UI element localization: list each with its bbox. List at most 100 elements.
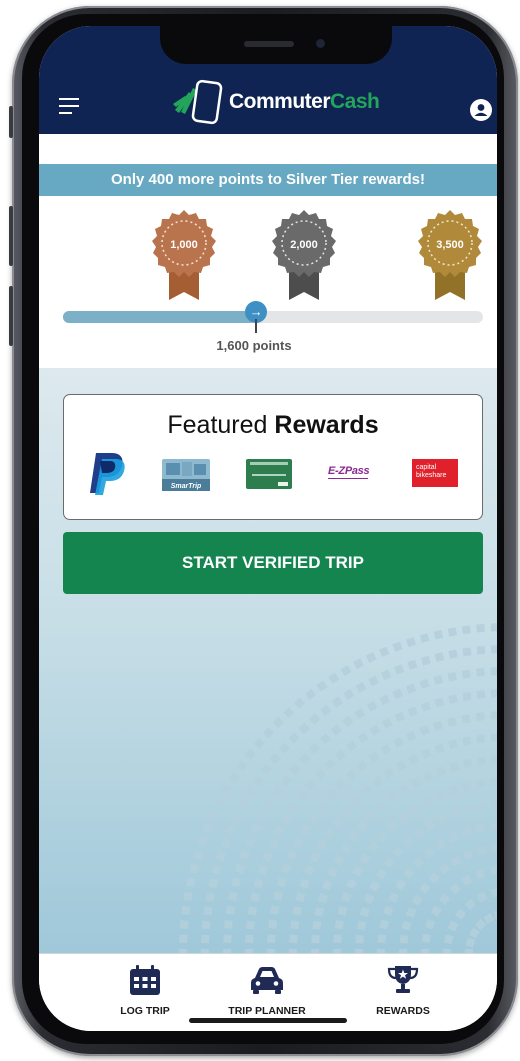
decorative-dot bbox=[244, 748, 257, 761]
decorative-dot bbox=[461, 625, 471, 635]
decorative-dot bbox=[392, 736, 404, 748]
decorative-dot bbox=[365, 652, 377, 663]
mute-switch bbox=[9, 106, 13, 138]
main-content: Featured Rewards SmarTrip E-ZPass capita… bbox=[39, 368, 497, 953]
decorative-dot bbox=[448, 832, 459, 844]
decorative-dot bbox=[343, 688, 355, 701]
app-logo: CommuterCash bbox=[171, 78, 380, 126]
decorative-dot bbox=[256, 810, 268, 822]
commuter-connections-card[interactable] bbox=[246, 459, 292, 489]
app-screen: CommuterCash Only 400 more points to Sil… bbox=[39, 26, 497, 1031]
paypal-logo[interactable] bbox=[88, 451, 126, 495]
decorative-dot bbox=[462, 647, 472, 657]
decorative-dot bbox=[220, 838, 231, 849]
decorative-dot bbox=[399, 934, 409, 944]
decorative-dot bbox=[262, 851, 273, 862]
decorative-dot bbox=[394, 664, 405, 675]
points-progress-bar: → bbox=[63, 301, 483, 333]
decorative-dot bbox=[299, 824, 311, 836]
decorative-dot bbox=[475, 868, 486, 880]
nav-rewards[interactable]: REWARDS bbox=[343, 964, 463, 1017]
decorative-dot bbox=[407, 706, 418, 717]
decorative-dot bbox=[317, 893, 328, 904]
decorative-dot bbox=[421, 748, 432, 759]
decorative-dot bbox=[476, 778, 486, 788]
decorative-dot bbox=[383, 905, 394, 916]
decorative-dot bbox=[305, 779, 317, 791]
decorative-dot bbox=[449, 761, 460, 772]
decorative-dot bbox=[461, 669, 471, 679]
decorative-dot bbox=[231, 812, 243, 823]
decorative-dot bbox=[403, 867, 415, 879]
decorative-dot bbox=[433, 720, 444, 731]
nav-trip-planner[interactable]: TRIP PLANNER bbox=[207, 964, 327, 1017]
medal-bronze-label: 1,000 bbox=[170, 239, 198, 251]
decorative-dot bbox=[340, 665, 352, 677]
decorative-dot bbox=[419, 678, 430, 689]
decorative-dot bbox=[380, 669, 392, 681]
ezpass-logo[interactable]: E-ZPass bbox=[328, 465, 376, 483]
decorative-dot bbox=[448, 694, 458, 704]
decorative-dot bbox=[359, 853, 371, 865]
decorative-dot bbox=[340, 804, 353, 817]
decorative-dot bbox=[278, 742, 290, 754]
decorative-dot bbox=[375, 868, 388, 880]
decorative-dot bbox=[298, 722, 310, 734]
decorative-dot bbox=[312, 920, 322, 930]
start-verified-trip-button[interactable]: START VERIFIED TRIP bbox=[63, 532, 483, 594]
decorative-dot bbox=[346, 740, 358, 752]
decorative-dot bbox=[463, 849, 474, 861]
decorative-dot bbox=[221, 784, 233, 796]
decorative-dot bbox=[324, 758, 336, 770]
decorative-dot bbox=[331, 696, 343, 708]
decorative-dot bbox=[433, 675, 444, 685]
menu-icon[interactable] bbox=[59, 98, 79, 116]
smartrip-card[interactable]: SmarTrip bbox=[162, 459, 210, 491]
tier-progress-banner: Only 400 more points to Silver Tier rewa… bbox=[39, 164, 497, 196]
decorative-dot bbox=[246, 920, 255, 930]
decorative-dot bbox=[193, 849, 204, 861]
decorative-dot bbox=[202, 822, 214, 834]
decorative-dot bbox=[270, 905, 280, 915]
decorative-dot bbox=[289, 763, 301, 775]
decorative-dot bbox=[490, 821, 497, 831]
decorative-dot bbox=[462, 736, 472, 746]
volume-down-button bbox=[9, 286, 13, 346]
decorative-dot bbox=[183, 891, 193, 902]
decorative-dot bbox=[398, 784, 410, 796]
decorative-dot bbox=[475, 823, 486, 833]
decorative-dot bbox=[333, 934, 342, 944]
capital-bikeshare-logo[interactable]: capital bikeshare bbox=[412, 459, 458, 487]
home-indicator bbox=[189, 1018, 347, 1023]
decorative-dot bbox=[337, 905, 348, 916]
decorative-dot bbox=[475, 919, 487, 931]
decorative-dot bbox=[410, 777, 422, 789]
trophy-icon bbox=[387, 966, 419, 993]
decorative-dot bbox=[236, 760, 248, 772]
decorative-dot bbox=[257, 864, 268, 876]
decorative-dot bbox=[322, 880, 333, 891]
medal-silver-icon: 2,000 bbox=[272, 210, 336, 300]
decorative-dot bbox=[359, 907, 370, 917]
decorative-dot bbox=[288, 801, 300, 813]
decorative-dot bbox=[231, 877, 241, 888]
decorative-dot bbox=[379, 694, 391, 706]
decorative-dot bbox=[331, 815, 344, 828]
decorative-dot bbox=[179, 934, 188, 943]
user-icon[interactable] bbox=[470, 99, 492, 121]
decorative-dot bbox=[340, 842, 352, 854]
decorative-dot bbox=[239, 849, 250, 861]
medal-bronze-icon: 1,000 bbox=[152, 210, 216, 300]
decorative-dot bbox=[271, 786, 284, 798]
decorative-dot bbox=[423, 771, 434, 782]
decorative-dot bbox=[367, 841, 379, 854]
nav-log-trip[interactable]: LOG TRIP bbox=[85, 964, 205, 1017]
decorative-dot bbox=[208, 809, 219, 821]
decorative-dot bbox=[356, 820, 369, 832]
decorative-dot bbox=[316, 800, 328, 812]
decorative-dot bbox=[476, 690, 486, 699]
decorative-dot bbox=[448, 739, 458, 750]
decorative-dot bbox=[420, 701, 432, 712]
decorative-dot bbox=[307, 812, 319, 824]
decorative-dot bbox=[447, 920, 459, 932]
